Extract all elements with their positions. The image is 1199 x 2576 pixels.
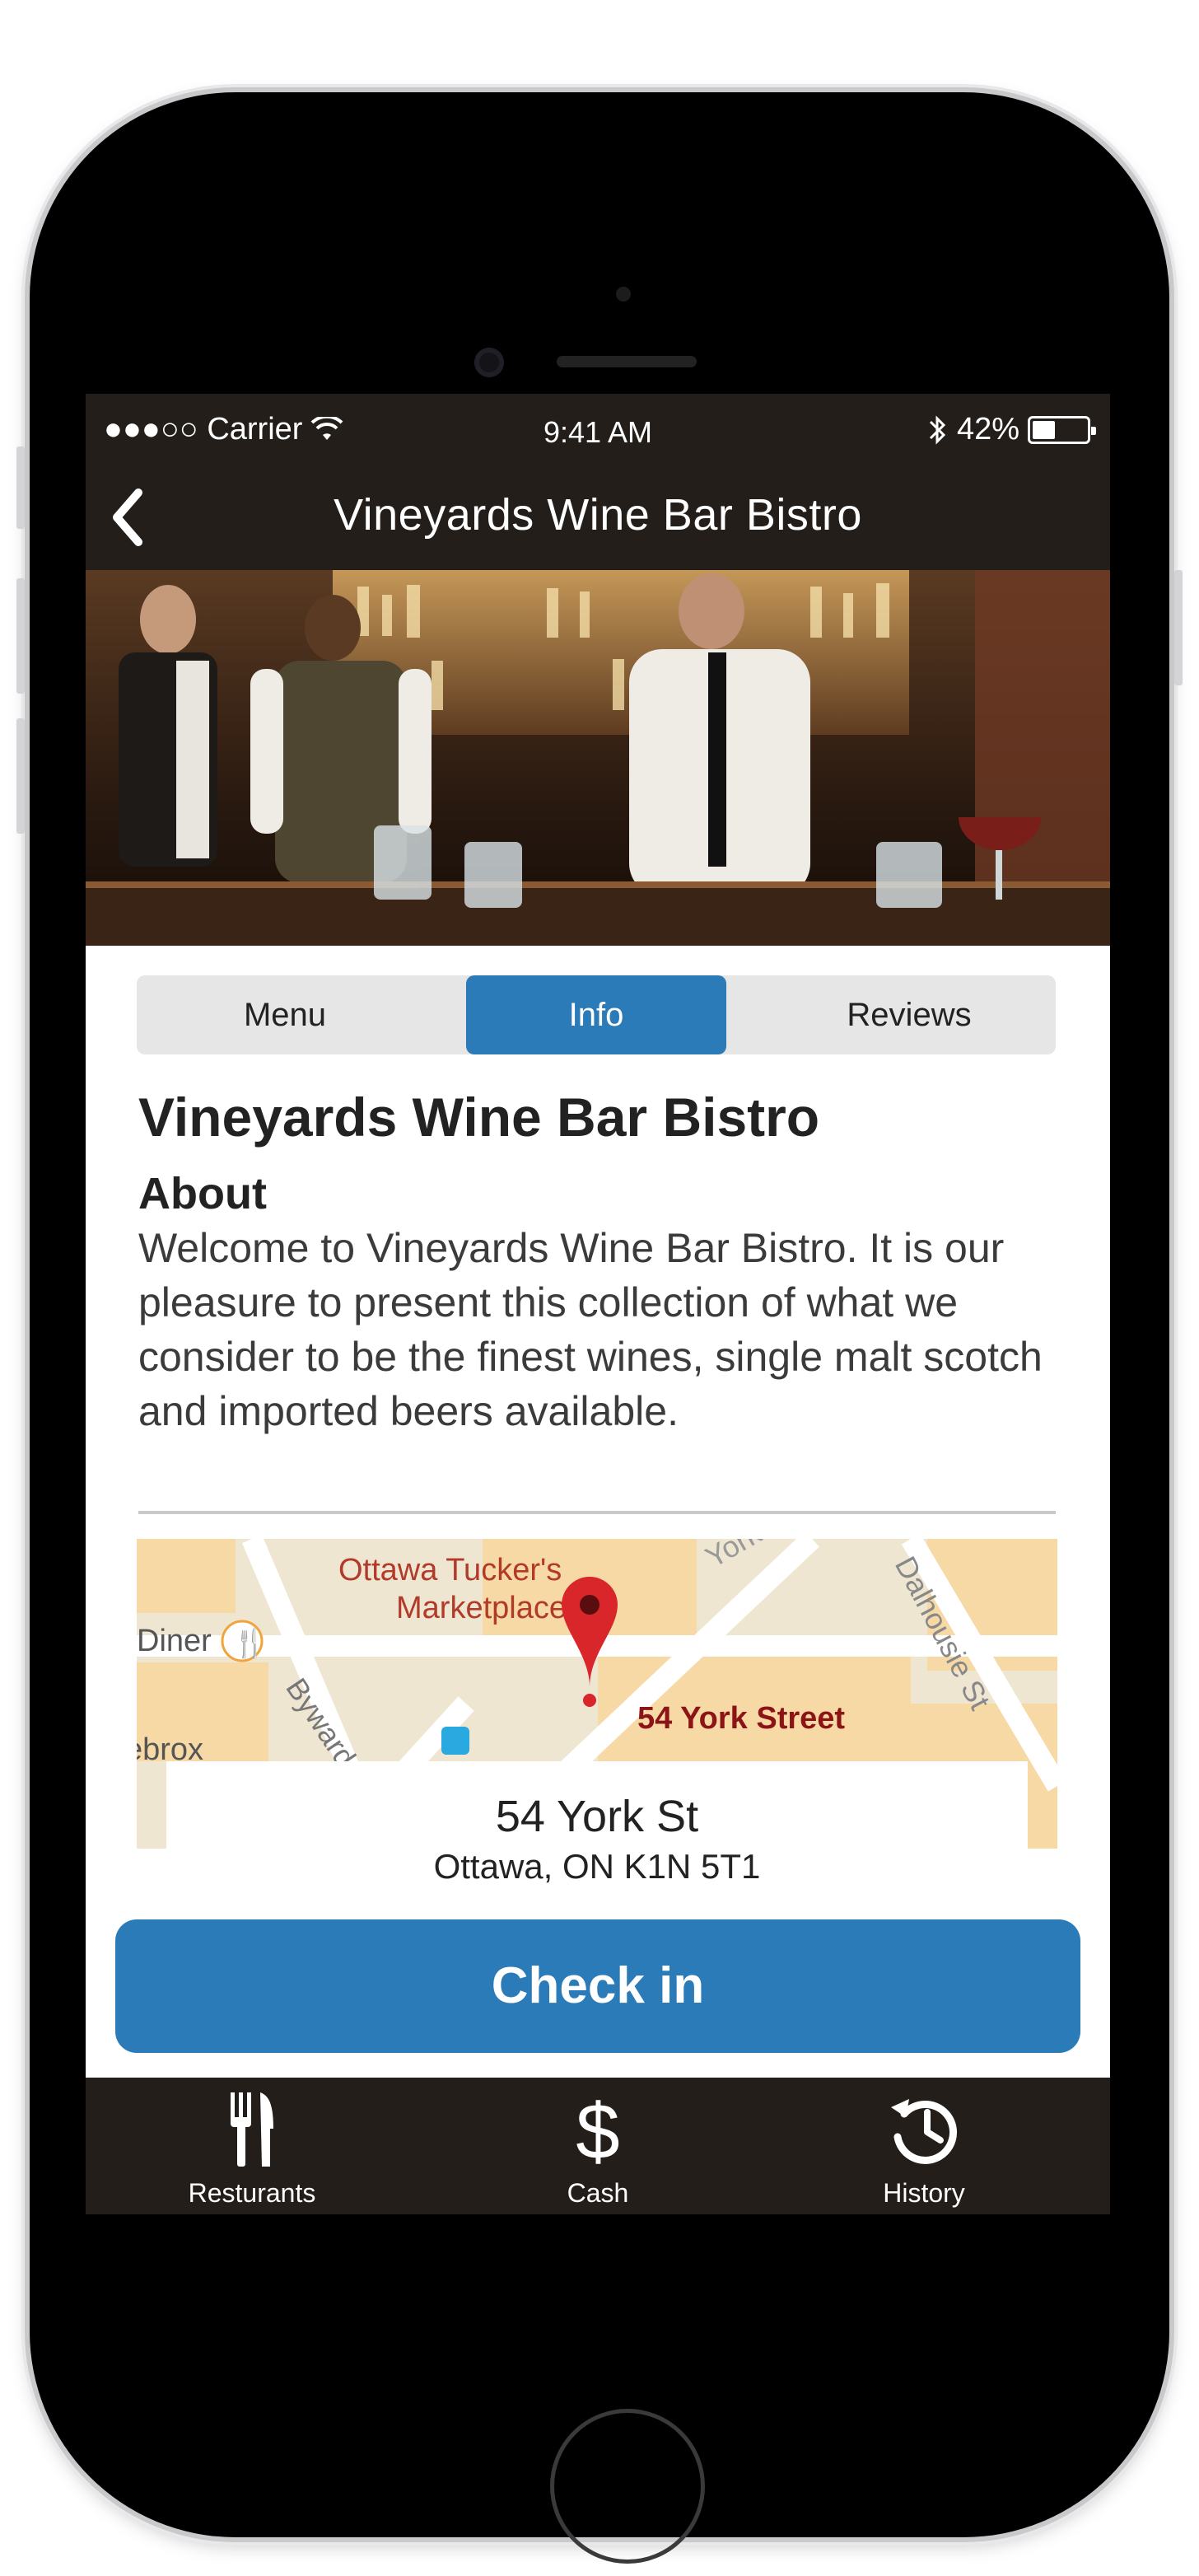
svg-text:🍴: 🍴 xyxy=(232,1627,267,1660)
battery-icon xyxy=(1028,415,1096,444)
status-right: 42% xyxy=(927,412,1096,447)
earpiece-speaker xyxy=(557,356,697,367)
status-bar: ●●●○○ Carrier 9:41 AM 42% xyxy=(86,394,1110,466)
proximity-sensor xyxy=(616,287,631,302)
tab-info[interactable]: Info xyxy=(466,975,726,1054)
mute-switch xyxy=(16,446,25,529)
history-icon xyxy=(891,2099,958,2164)
front-camera-icon xyxy=(474,348,504,377)
home-button[interactable] xyxy=(550,2409,705,2564)
battery-percent: 42% xyxy=(956,412,1019,446)
address-street: 54 York St xyxy=(495,1792,699,1841)
hero-image xyxy=(86,570,1110,946)
about-text: Welcome to Vineyards Wine Bar Bistro. It… xyxy=(138,1225,1043,1434)
battery-tip xyxy=(1091,426,1096,435)
battery-fill xyxy=(1033,420,1055,439)
tab-history[interactable]: History xyxy=(800,2078,1047,2214)
dollar-icon: $ xyxy=(576,2089,619,2168)
tab-menu[interactable]: Menu xyxy=(137,975,433,1054)
fork-knife-icon xyxy=(231,2092,273,2167)
volume-up-button xyxy=(16,578,25,694)
venue-name: Vineyards Wine Bar Bistro xyxy=(138,1087,820,1148)
tab-reviews[interactable]: Reviews xyxy=(763,975,1056,1054)
app-screen: ●●●○○ Carrier 9:41 AM 42% Vineyards Wine… xyxy=(86,394,1110,2214)
transit-stop-icon xyxy=(441,1727,469,1755)
tab-history-label: History xyxy=(883,2178,965,2208)
tab-cash-label: Cash xyxy=(567,2178,629,2208)
bar-photo xyxy=(86,570,1110,946)
address-city: Ottawa, ON K1N 5T1 xyxy=(433,1847,761,1886)
map-pin-label: 54 York Street xyxy=(637,1701,845,1736)
bluetooth-icon xyxy=(929,414,946,445)
map-label-tucker: Ottawa Tucker's xyxy=(338,1553,562,1587)
tab-restaurants-label: Resturants xyxy=(188,2178,316,2208)
bottom-tab-bar: Resturants $ Cash History xyxy=(86,2078,1110,2214)
tab-cash[interactable]: $ Cash xyxy=(474,2078,721,2214)
address-card: 54 York St Ottawa, ON K1N 5T1 xyxy=(166,1761,1028,1893)
check-in-button[interactable]: Check in xyxy=(115,1919,1080,2053)
section-divider xyxy=(138,1511,1056,1514)
map-label-marketplace: Marketplace xyxy=(396,1591,567,1625)
map-label-diner: Diner xyxy=(137,1624,212,1658)
nav-title: Vineyards Wine Bar Bistro xyxy=(334,490,862,540)
svg-text:$: $ xyxy=(576,2089,619,2168)
volume-down-button xyxy=(16,718,25,834)
power-button xyxy=(1174,570,1183,685)
segmented-control: Menu Info Reviews xyxy=(137,975,1056,1054)
tab-restaurants[interactable]: Resturants xyxy=(128,2078,376,2214)
top-bar: ●●●○○ Carrier 9:41 AM 42% Vineyards Wine… xyxy=(86,394,1110,570)
about-heading: About xyxy=(138,1169,267,1218)
